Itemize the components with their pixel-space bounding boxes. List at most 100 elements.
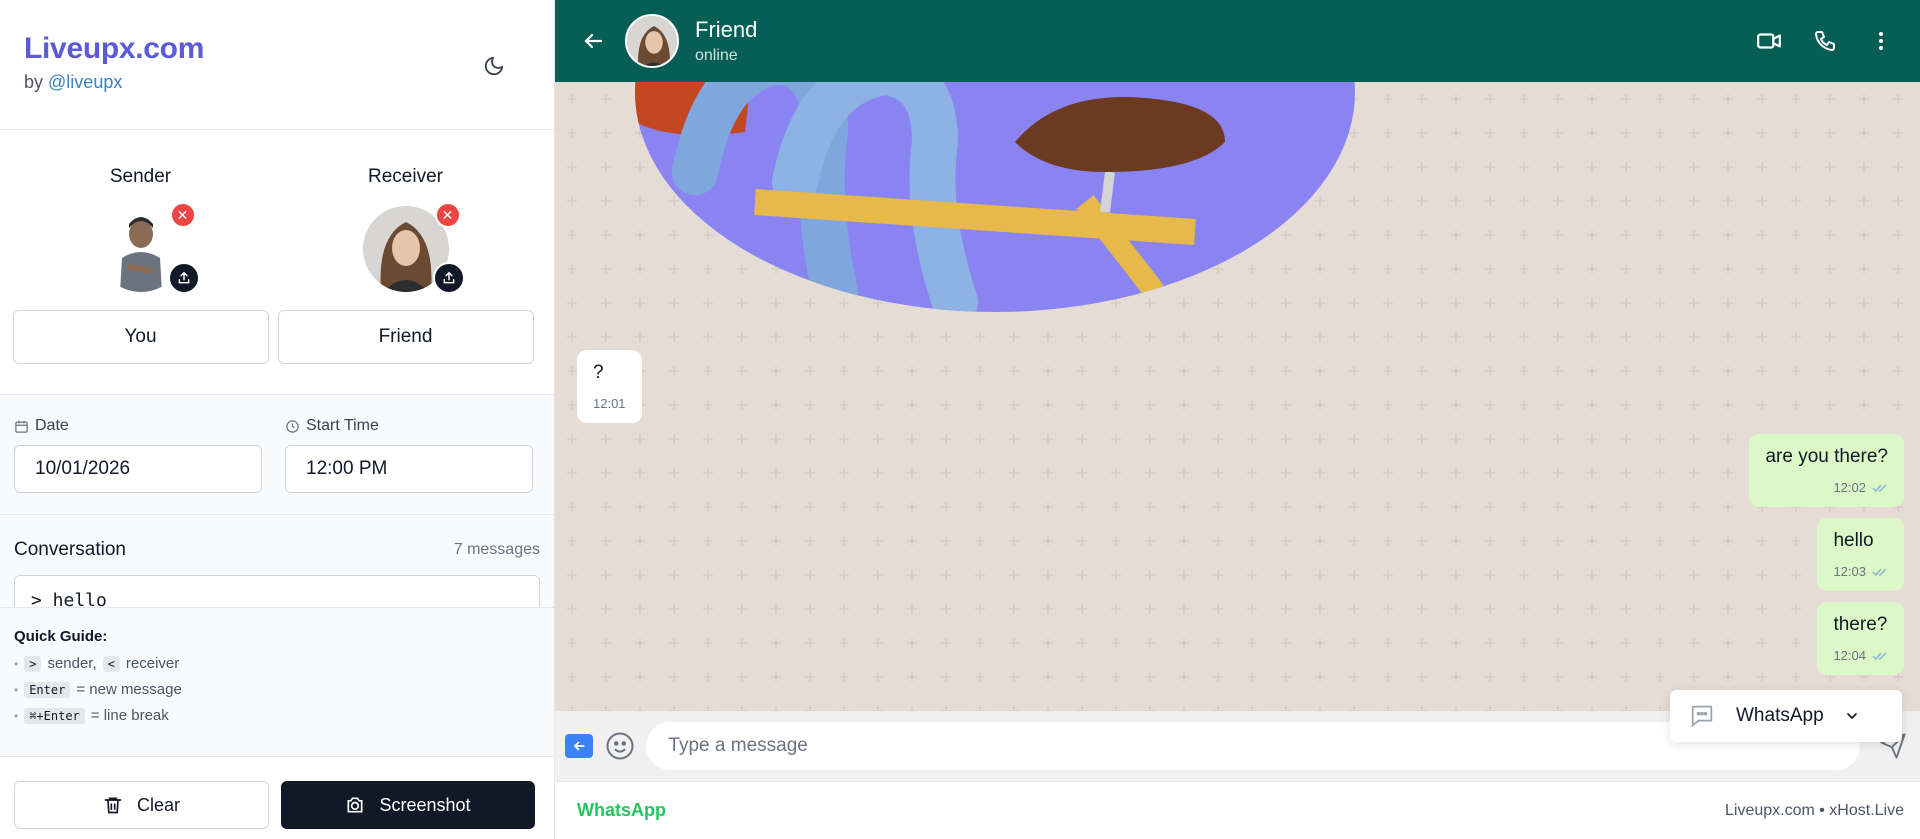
message-bubble-incoming[interactable]: ? 12:01 [577,350,642,423]
message-time: 12:02 [1833,480,1866,495]
clear-button[interactable]: Clear [14,781,269,829]
guide-line-sender-receiver: • > sender, < receiver [14,655,180,672]
brand-byline: by @liveupx [24,72,530,93]
date-input[interactable]: 10/01/2026 [14,445,262,493]
conversation-header: Conversation 7 messages [14,539,540,561]
receiver-label: Receiver [368,166,443,187]
message-text: ? [593,362,604,383]
platform-label: WhatsApp [1736,705,1824,726]
time-field: Start Time 12:00 PM [285,395,533,514]
guide-line-linebreak: • ⌘+Enter = line break [14,707,169,724]
brand-title[interactable]: Liveupx.com [24,32,530,66]
platform-selector[interactable]: WhatsApp [1670,690,1902,742]
switch-sender-button[interactable] [565,734,593,758]
upload-receiver-avatar-button[interactable] [432,262,465,294]
guide-line-enter: • Enter = new message [14,681,182,698]
screenshot-button[interactable]: Screenshot [281,781,535,829]
close-icon: ✕ [176,206,189,223]
close-icon: ✕ [441,206,454,223]
sender-key: > [24,655,42,672]
contact-status: online [695,47,738,64]
cmd-enter-key: ⌘+Enter [24,707,85,724]
message-meta: 12:02 [1765,480,1888,495]
receiver-avatar-wrap: ✕ [362,202,465,294]
time-input[interactable]: 12:00 PM [285,445,533,493]
phone-icon [1815,31,1835,51]
video-icon [1757,33,1781,49]
contact-name: Friend [695,17,758,42]
guide-text-receiver: receiver [125,655,180,672]
chat-preview: Friend online ? 12:01 are you there? 12:… [555,0,1920,839]
time-label: Start Time [306,417,379,434]
guide-text-linebreak: = line break [90,707,169,724]
editor-panel: Liveupx.com by @liveupx Sender ✕ You Rec… [0,0,555,839]
conversation-title: Conversation [14,539,126,560]
date-label-row: Date [14,417,262,435]
participants-section: Sender ✕ You Receiver ✕ Friend [0,130,554,395]
message-time: 12:04 [1833,648,1866,663]
message-text: are you there? [1765,446,1888,467]
chat-header: Friend online [555,0,1920,82]
message-bubble-outgoing[interactable]: hello 12:03 [1817,518,1904,591]
remove-sender-avatar-button[interactable]: ✕ [169,202,196,228]
header-actions [1754,26,1896,56]
brand-header: Liveupx.com by @liveupx [0,0,554,130]
trash-icon [104,797,122,814]
receiver-name-input[interactable]: Friend [277,310,534,364]
double-check-icon [1872,567,1887,576]
moon-icon [484,56,504,76]
footer-credits: Liveupx.com • xHost.Live [1724,801,1904,819]
double-check-icon [1872,651,1887,660]
brand-handle-link[interactable]: @liveupx [48,72,122,92]
message-count: 7 messages [453,541,540,558]
chat-bubble-icon [1691,705,1713,728]
chat-body[interactable]: ? 12:01 are you there? 12:02 hello 12:03… [555,82,1920,711]
upload-icon [443,271,454,284]
enter-key: Enter [24,681,71,698]
remove-receiver-avatar-button[interactable]: ✕ [434,202,461,228]
double-check-icon [1872,483,1887,492]
byline-prefix: by [24,72,44,92]
sender-name-input[interactable]: You [12,310,269,364]
message-meta: 12:04 [1833,648,1888,663]
back-button[interactable] [579,27,607,55]
message-time: 12:01 [593,396,626,411]
emoji-button[interactable] [603,729,637,763]
upload-sender-avatar-button[interactable] [167,262,200,294]
guide-text-enter: = new message [76,681,182,698]
clear-label: Clear [136,794,180,815]
calendar-icon [15,420,28,433]
datetime-section: Date 10/01/2026 Start Time 12:00 PM [0,395,554,515]
message-bubble-outgoing[interactable]: there? 12:04 [1817,602,1904,675]
footer-platform: WhatsApp [577,800,666,820]
chevron-down-icon [1846,713,1857,720]
time-label-row: Start Time [285,417,533,435]
receiver-key: < [102,655,120,672]
contact-info[interactable]: Friend online [695,17,757,65]
clock-icon [286,419,299,433]
conversation-textarea[interactable]: > hello [14,575,540,607]
date-label: Date [35,417,69,434]
action-bar: Clear Screenshot [14,781,540,829]
message-bubble-outgoing[interactable]: are you there? 12:02 [1749,434,1904,507]
upload-icon [178,271,189,284]
screenshot-label: Screenshot [379,794,471,815]
guide-title: Quick Guide: [14,628,108,645]
receiver-card: Receiver ✕ Friend [277,130,534,394]
voice-call-button[interactable] [1810,26,1840,56]
back-arrow-icon [584,33,603,49]
camera-icon [347,797,363,813]
sender-card: Sender ✕ You [12,130,269,394]
more-vertical-icon [1879,32,1883,50]
message-text: there? [1833,614,1888,635]
theme-toggle-button[interactable] [478,50,510,82]
contact-avatar[interactable] [625,14,679,68]
message-meta: 12:03 [1833,564,1888,579]
sender-label: Sender [109,166,172,187]
date-field: Date 10/01/2026 [14,395,262,514]
video-call-button[interactable] [1754,26,1784,56]
more-options-button[interactable] [1866,26,1896,56]
sender-avatar-wrap: ✕ [97,202,200,294]
message-text: hello [1833,530,1874,551]
app: Liveupx.com by @liveupx Sender ✕ You Rec… [0,0,1920,839]
